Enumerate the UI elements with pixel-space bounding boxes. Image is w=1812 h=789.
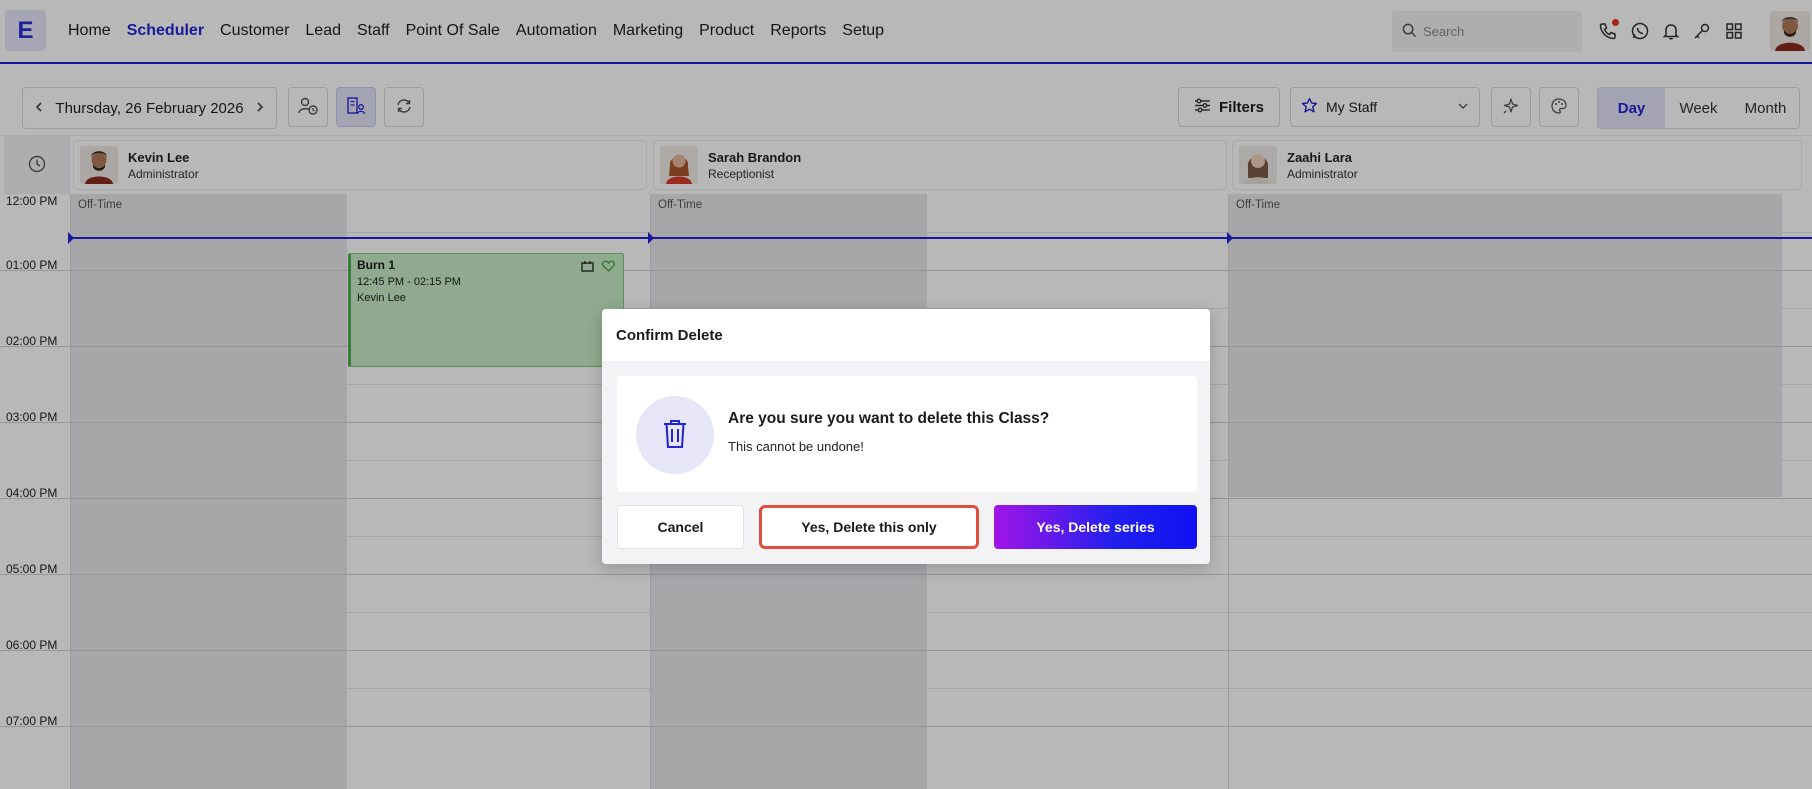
- dialog-title: Confirm Delete: [602, 309, 1210, 361]
- dialog-warning: This cannot be undone!: [728, 439, 864, 454]
- delete-this-only-button[interactable]: Yes, Delete this only: [759, 505, 979, 549]
- cancel-button[interactable]: Cancel: [617, 505, 744, 549]
- confirm-delete-dialog: Confirm Delete Are you sure you want to …: [602, 309, 1210, 564]
- dialog-question: Are you sure you want to delete this Cla…: [728, 410, 1050, 427]
- trash-icon: [661, 418, 689, 453]
- delete-series-button[interactable]: Yes, Delete series: [994, 505, 1197, 549]
- trash-icon-badge: [636, 396, 714, 474]
- dialog-body: Are you sure you want to delete this Cla…: [617, 376, 1197, 492]
